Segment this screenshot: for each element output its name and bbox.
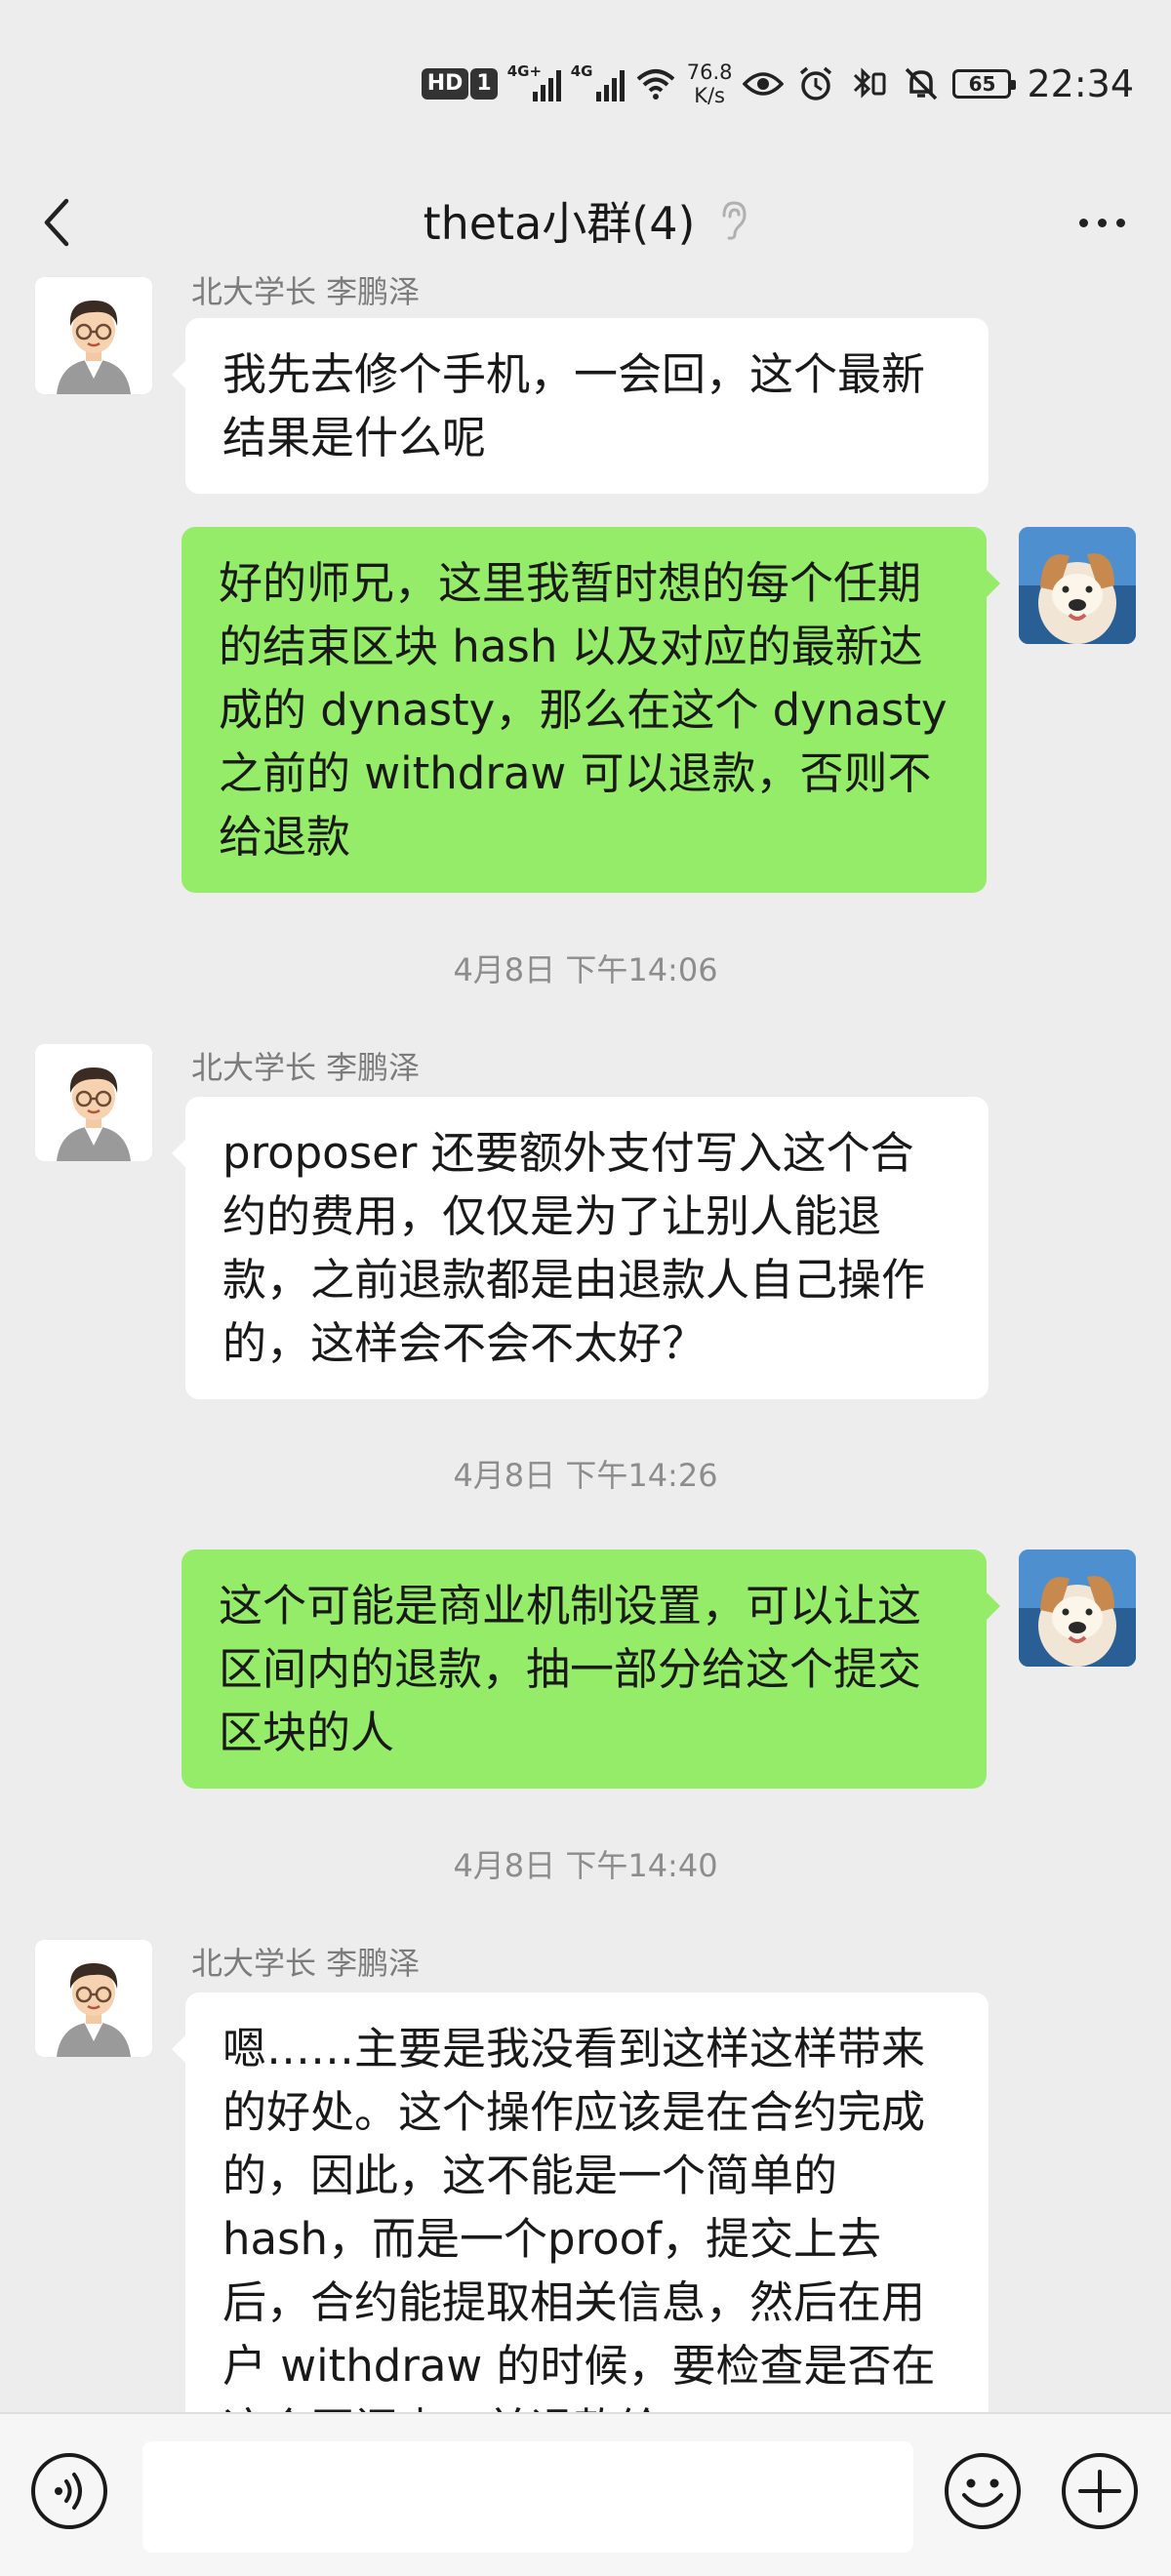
signal-1-label: 4G+ [506,62,543,80]
clock: 22:34 [1027,62,1134,105]
message-list[interactable]: 北大学长 李鹏泽 我先去修个手机，一会回，这个最新结果是什么呢 好的师兄，这里我… [0,275,1171,2412]
sender-avatar[interactable] [35,277,152,394]
net-speed: 76.8 K/s [687,60,733,107]
message-timestamp: 4月8日 下午14:26 [453,1457,718,1494]
mute-bell-icon [900,62,943,105]
message-input[interactable] [142,2441,913,2553]
chevron-left-icon [44,198,69,247]
my-avatar[interactable] [1019,527,1136,644]
sender-name: 北大学长 李鹏泽 [191,1945,421,1982]
ear-icon [722,201,747,240]
battery-level: 65 [968,72,996,96]
message-bubble-received[interactable]: 嗯……主要是我没看到这样这样带来的好处。这个操作应该是在合约完成的，因此，这不能… [172,1992,989,2412]
input-toolbar [0,2412,1171,2576]
dog-avatar-icon [1019,1550,1136,1667]
status-bar: HD 1 4G+ 4G 76.8 K/s 65 22:34 [0,0,1171,166]
status-icons: HD 1 4G+ 4G 76.8 K/s 65 22:34 [421,55,1134,113]
message-bubble-received[interactable]: proposer 还要额外支付写入这个合约的费用，仅仅是为了让别人能退款，之前退… [172,1097,989,1399]
bluetooth-vibrate-icon [847,62,890,105]
hd-badge: HD [421,68,469,100]
message-bubble-received[interactable]: 我先去修个手机，一会回，这个最新结果是什么呢 [172,318,989,494]
signal-icon: 4G [571,62,625,101]
message-bubble-sent[interactable]: 好的师兄，这里我暂时想的每个任期的结束区块 hash 以及对应的最新达成的 dy… [182,527,1000,893]
more-dot-icon [1115,218,1125,227]
message-timestamp: 4月8日 下午14:06 [453,951,718,988]
sender-avatar[interactable] [35,1044,152,1161]
chat-title: theta小群(4) [423,197,696,250]
more-actions-button[interactable] [1060,2451,1140,2531]
chat-header: theta小群(4) [0,166,1171,275]
back-button[interactable] [29,195,84,250]
wifi-icon [634,62,677,105]
more-dot-icon [1078,218,1088,227]
avatar-illustration-icon [35,1044,152,1161]
sender-name: 北大学长 李鹏泽 [191,1049,421,1086]
avatar-illustration-icon [35,277,152,394]
plus-circle-icon [1062,2453,1138,2529]
signal-2-label: 4G [570,62,593,80]
net-speed-unit: K/s [694,84,725,107]
more-dot-icon [1097,218,1107,227]
chat-title-group: theta小群(4) [424,188,748,253]
net-speed-value: 76.8 [686,60,733,84]
sim-badge: 1 [470,68,498,100]
emoji-button[interactable] [943,2451,1023,2531]
battery-icon: 65 [952,69,1017,99]
avatar-illustration-icon [35,1940,152,2057]
message-bubble-sent[interactable]: 这个可能是商业机制设置，可以让这区间内的退款，抽一部分给这个提交区块的人 [182,1550,1000,1789]
sender-avatar[interactable] [35,1940,152,2057]
more-button[interactable] [1068,195,1136,250]
dog-avatar-icon [1019,527,1136,644]
my-avatar[interactable] [1019,1550,1136,1667]
sender-name: 北大学长 李鹏泽 [191,275,421,310]
voice-input-button[interactable] [29,2451,109,2531]
message-timestamp: 4月8日 下午14:40 [453,1847,718,1884]
smiley-icon [945,2453,1021,2529]
signal-icon: 4G+ [507,62,561,101]
eye-icon [742,62,785,105]
alarm-icon [794,62,837,105]
voice-icon [31,2453,107,2529]
